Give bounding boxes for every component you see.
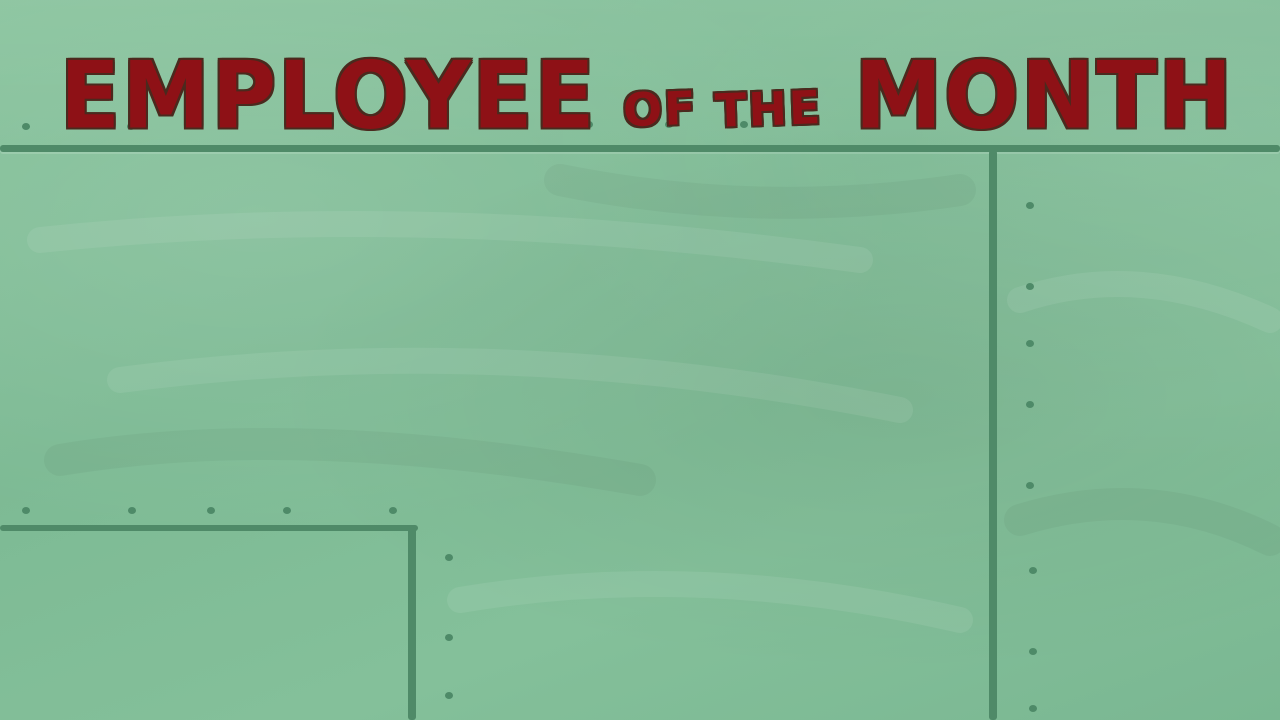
title-word-the: THE <box>714 80 824 138</box>
rivet <box>283 507 291 514</box>
title-word-employee: EMPLOYEE <box>60 41 597 150</box>
rivet <box>1026 283 1034 290</box>
title-word-month: MONTH <box>854 41 1235 150</box>
rivet <box>1029 567 1037 574</box>
rivet <box>207 507 215 514</box>
panel-seam-vertical-right <box>989 150 997 720</box>
panel-seam-vertical-lower-left <box>408 527 416 720</box>
employee-of-the-month-sign: EMPLOYEE OF THE MONTH <box>60 34 1232 150</box>
rivet <box>1026 340 1034 347</box>
rivet <box>128 507 136 514</box>
rivet <box>1026 401 1034 408</box>
rivet <box>1026 482 1034 489</box>
panel-seam-horizontal-lower-left <box>0 525 418 531</box>
rivet <box>22 123 30 130</box>
rivet <box>389 507 397 514</box>
rivet <box>1029 705 1037 712</box>
title-word-of: OF <box>621 80 699 138</box>
rivet <box>445 634 453 641</box>
rivet <box>22 507 30 514</box>
rivet <box>1029 648 1037 655</box>
rivet <box>445 692 453 699</box>
rivet <box>445 554 453 561</box>
rivet <box>1026 202 1034 209</box>
